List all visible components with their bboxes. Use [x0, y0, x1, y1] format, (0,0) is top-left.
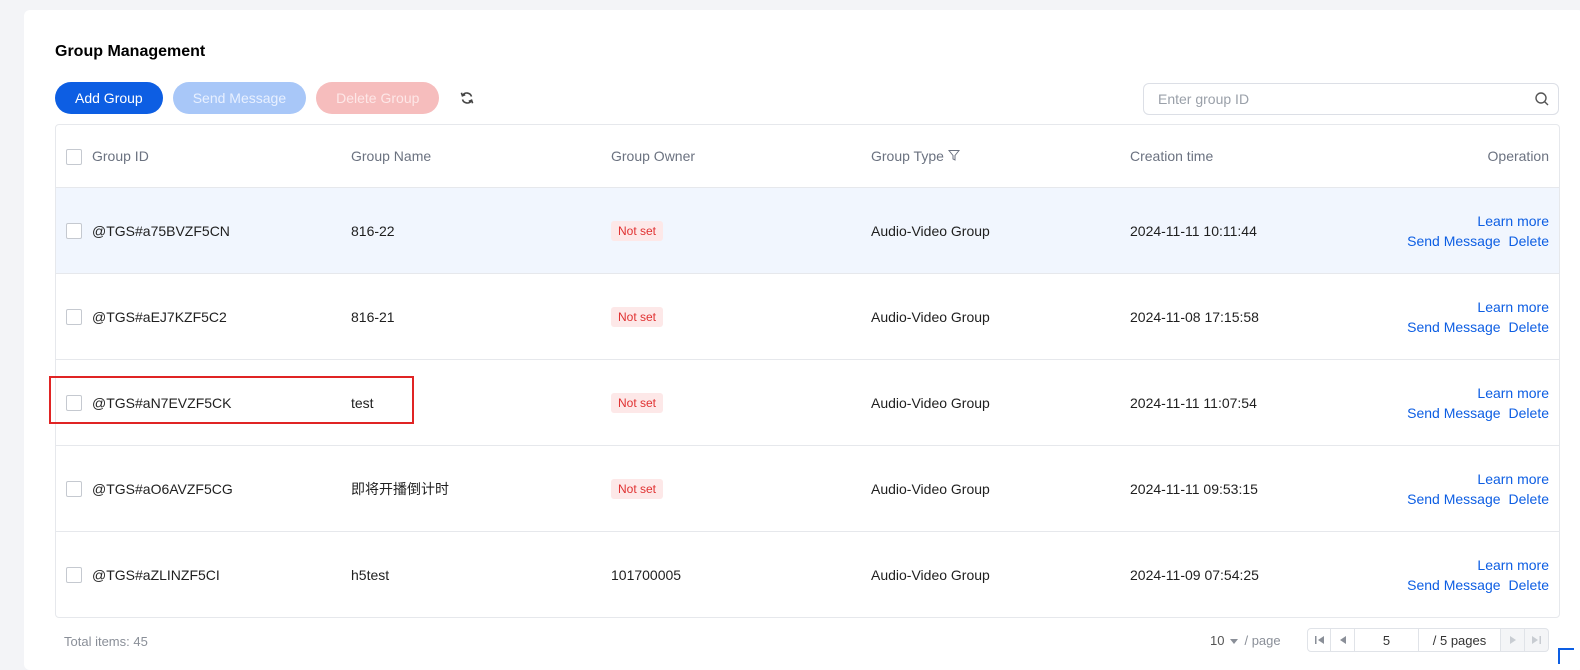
header-creation-time: Creation time	[1130, 148, 1214, 164]
row-checkbox[interactable]	[66, 309, 82, 325]
learn-more-link[interactable]: Learn more	[1477, 385, 1549, 401]
header-group-id: Group ID	[92, 148, 149, 164]
table-row: @TGS#aZLINZF5CI h5test 101700005 Audio-V…	[56, 532, 1559, 617]
send-message-link[interactable]: Send Message	[1407, 319, 1500, 335]
filter-icon[interactable]	[947, 148, 960, 164]
page-number-input[interactable]: 5	[1355, 628, 1419, 652]
row-operations: Learn more Send Message Delete	[1407, 446, 1549, 531]
cell-creation-time: 2024-11-11 09:53:15	[1130, 480, 1258, 497]
delete-link[interactable]: Delete	[1509, 491, 1549, 507]
next-page-icon[interactable]	[1501, 628, 1525, 652]
page-size-value: 10	[1210, 632, 1225, 648]
status-badge: Not set	[611, 306, 664, 327]
header-group-owner: Group Owner	[611, 148, 696, 164]
cell-group-type: Audio-Video Group	[871, 566, 990, 583]
row-operations: Learn more Send Message Delete	[1407, 360, 1549, 445]
prev-page-icon[interactable]	[1331, 628, 1355, 652]
delete-link[interactable]: Delete	[1509, 405, 1549, 421]
table-row: @TGS#aEJ7KZF5C2 816-21 Not set Audio-Vid…	[56, 274, 1559, 360]
learn-more-link[interactable]: Learn more	[1477, 213, 1549, 229]
status-badge: Not set	[611, 392, 664, 413]
send-message-button[interactable]: Send Message	[172, 82, 307, 114]
row-checkbox[interactable]	[66, 481, 82, 497]
delete-group-button[interactable]: Delete Group	[316, 82, 440, 114]
cell-group-owner: 101700005	[611, 566, 682, 583]
per-page-label: / page	[1244, 632, 1281, 648]
cell-group-name: 即将开播倒计时	[351, 480, 449, 497]
cell-group-name: 816-22	[351, 222, 395, 239]
highlight-box	[49, 376, 414, 424]
row-checkbox[interactable]	[66, 223, 82, 239]
cell-creation-time: 2024-11-11 10:11:44	[1130, 222, 1257, 239]
cell-creation-time: 2024-11-08 17:15:58	[1130, 308, 1259, 325]
cell-group-owner: Not set	[611, 274, 664, 359]
row-operations: Learn more Send Message Delete	[1407, 532, 1549, 617]
total-pages: / 5 pages	[1419, 628, 1501, 652]
status-badge: Not set	[611, 220, 664, 241]
toolbar: Add Group Send Message Delete Group	[55, 82, 479, 114]
cell-group-id: @TGS#aZLINZF5CI	[92, 566, 220, 583]
refresh-icon[interactable]	[455, 86, 479, 110]
row-operations: Learn more Send Message Delete	[1407, 188, 1549, 273]
cell-group-owner: Not set	[611, 360, 664, 445]
search-box	[1143, 83, 1559, 115]
chevron-down-icon	[1230, 633, 1239, 648]
status-badge: Not set	[611, 478, 664, 499]
delete-link[interactable]: Delete	[1509, 233, 1549, 249]
send-message-link[interactable]: Send Message	[1407, 233, 1500, 249]
cell-group-type: Audio-Video Group	[871, 394, 990, 411]
page-title: Group Management	[55, 43, 206, 60]
pagination: 5 / 5 pages	[1307, 628, 1549, 652]
cell-group-id: @TGS#a75BVZF5CN	[92, 222, 230, 239]
learn-more-link[interactable]: Learn more	[1477, 557, 1549, 573]
cell-group-id: @TGS#aEJ7KZF5C2	[92, 308, 227, 325]
row-operations: Learn more Send Message Delete	[1407, 274, 1549, 359]
cell-group-owner: Not set	[611, 188, 664, 273]
search-icon[interactable]	[1534, 91, 1550, 107]
cell-group-name: 816-21	[351, 308, 395, 325]
total-items: Total items: 45	[64, 634, 148, 649]
header-group-name: Group Name	[351, 148, 432, 164]
first-page-icon[interactable]	[1307, 628, 1331, 652]
header-group-type: Group Type	[871, 125, 960, 187]
cell-creation-time: 2024-11-09 07:54:25	[1130, 566, 1259, 583]
delete-link[interactable]: Delete	[1509, 577, 1549, 593]
table-row: @TGS#aO6AVZF5CG 即将开播倒计时 Not set Audio-Vi…	[56, 446, 1559, 532]
table-header: Group ID Group Name Group Owner Group Ty…	[56, 125, 1559, 188]
table-row: @TGS#a75BVZF5CN 816-22 Not set Audio-Vid…	[56, 188, 1559, 274]
last-page-icon[interactable]	[1525, 628, 1549, 652]
row-checkbox[interactable]	[66, 567, 82, 583]
add-group-button[interactable]: Add Group	[55, 82, 163, 114]
send-message-link[interactable]: Send Message	[1407, 491, 1500, 507]
page-size-selector[interactable]: 10 / page	[1210, 628, 1281, 652]
delete-link[interactable]: Delete	[1509, 319, 1549, 335]
send-message-link[interactable]: Send Message	[1407, 577, 1500, 593]
cell-group-name: h5test	[351, 566, 390, 583]
group-table: Group ID Group Name Group Owner Group Ty…	[55, 124, 1560, 618]
cell-creation-time: 2024-11-11 11:07:54	[1130, 394, 1257, 411]
cell-group-owner: Not set	[611, 446, 664, 531]
header-operation: Operation	[1487, 148, 1549, 164]
cell-group-type: Audio-Video Group	[871, 222, 990, 239]
learn-more-link[interactable]: Learn more	[1477, 471, 1549, 487]
learn-more-link[interactable]: Learn more	[1477, 299, 1549, 315]
cell-group-type: Audio-Video Group	[871, 480, 990, 497]
send-message-link[interactable]: Send Message	[1407, 405, 1500, 421]
header-group-type-label: Group Type	[871, 148, 944, 164]
cell-group-id: @TGS#aO6AVZF5CG	[92, 480, 233, 497]
search-input[interactable]	[1158, 84, 1518, 114]
select-all-checkbox[interactable]	[66, 149, 82, 165]
cell-group-type: Audio-Video Group	[871, 308, 990, 325]
